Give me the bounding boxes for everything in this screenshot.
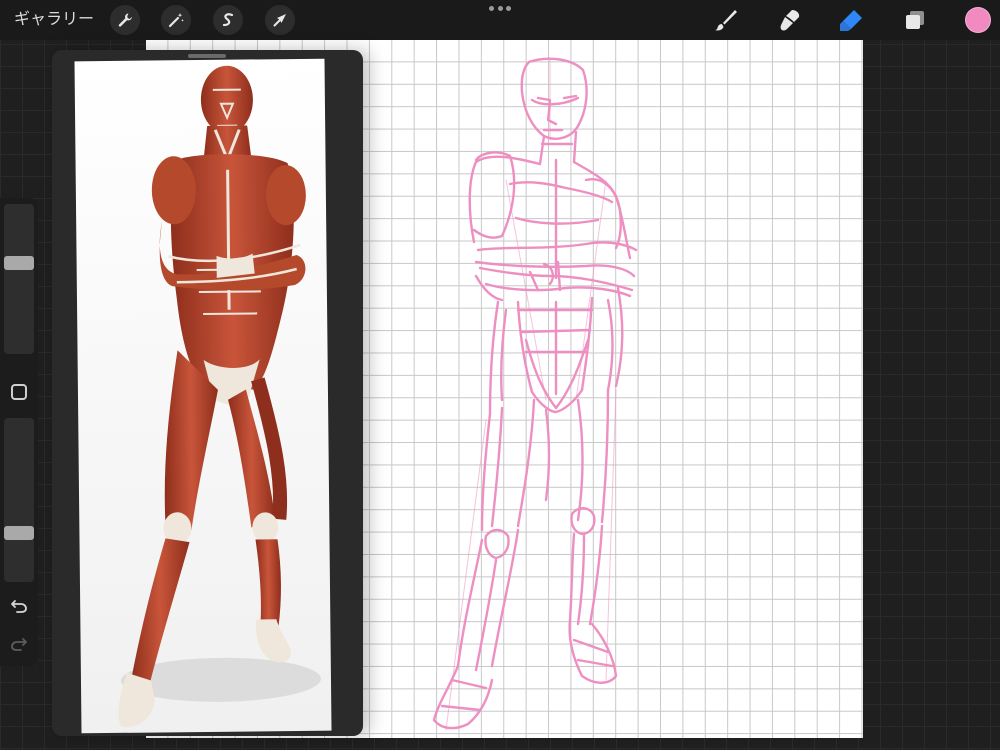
layers-button[interactable] (900, 5, 930, 35)
undo-button[interactable] (9, 596, 29, 616)
reference-image (74, 58, 332, 734)
modify-square-icon[interactable] (11, 384, 27, 400)
smudge-tool-button[interactable] (775, 5, 805, 35)
brush-size-thumb[interactable] (4, 256, 34, 270)
sketch-right-shoulder (584, 178, 622, 250)
actions-button[interactable] (110, 5, 140, 35)
more-options-dots[interactable] (489, 6, 511, 12)
dot (497, 6, 503, 11)
brush-size-slider[interactable] (4, 204, 34, 354)
top-toolbar: ギャラリー (0, 0, 1000, 40)
sketch-right-knee (570, 507, 596, 536)
eraser-icon (840, 10, 862, 31)
sketch-left-hip (488, 300, 508, 416)
transform-button[interactable] (265, 5, 295, 35)
dot (506, 6, 511, 11)
ref-right-foot (256, 619, 291, 663)
selection-s-icon (222, 13, 234, 27)
ref-right-shin (255, 539, 281, 628)
adjustments-button[interactable] (161, 5, 191, 35)
sketch-right-foot (568, 618, 618, 684)
ref-head (200, 65, 253, 134)
sketch-left-knee (484, 528, 510, 560)
selection-button[interactable] (213, 5, 243, 35)
eraser-tool-button[interactable] (836, 5, 866, 35)
redo-button[interactable] (9, 634, 29, 654)
undo-icon (11, 600, 27, 613)
opacity-slider[interactable] (4, 418, 34, 582)
reference-drag-handle[interactable] (188, 54, 226, 58)
magic-wand-icon (168, 13, 184, 28)
sketch-arms-lower (474, 266, 634, 302)
layers-icon (906, 11, 924, 29)
opacity-thumb[interactable] (4, 526, 34, 540)
dot (489, 6, 494, 11)
sketch-guide-lines (445, 59, 617, 731)
color-picker-swatch[interactable] (965, 7, 991, 33)
left-sidebar (0, 198, 38, 666)
smudge-icon (780, 10, 800, 31)
redo-icon (11, 638, 27, 651)
sketch-left-shoulder (472, 151, 516, 239)
sketch-right-shin (568, 524, 604, 626)
gallery-button[interactable]: ギャラリー (14, 9, 94, 29)
sketch-chest (508, 158, 614, 280)
anatomy-figure (118, 65, 321, 728)
wrench-icon (118, 13, 132, 27)
sketch-left-thigh (480, 398, 536, 532)
brush-tool-button[interactable] (711, 5, 741, 35)
sketch-abdomen (516, 296, 594, 396)
sketch-face (530, 94, 580, 132)
sketch-right-thigh (544, 388, 610, 524)
arrow-cursor-icon (273, 14, 286, 27)
sketch-right-hip (606, 286, 624, 392)
sketch-left-foot (432, 664, 494, 730)
reference-panel[interactable] (52, 50, 363, 736)
brush-icon (715, 10, 737, 31)
